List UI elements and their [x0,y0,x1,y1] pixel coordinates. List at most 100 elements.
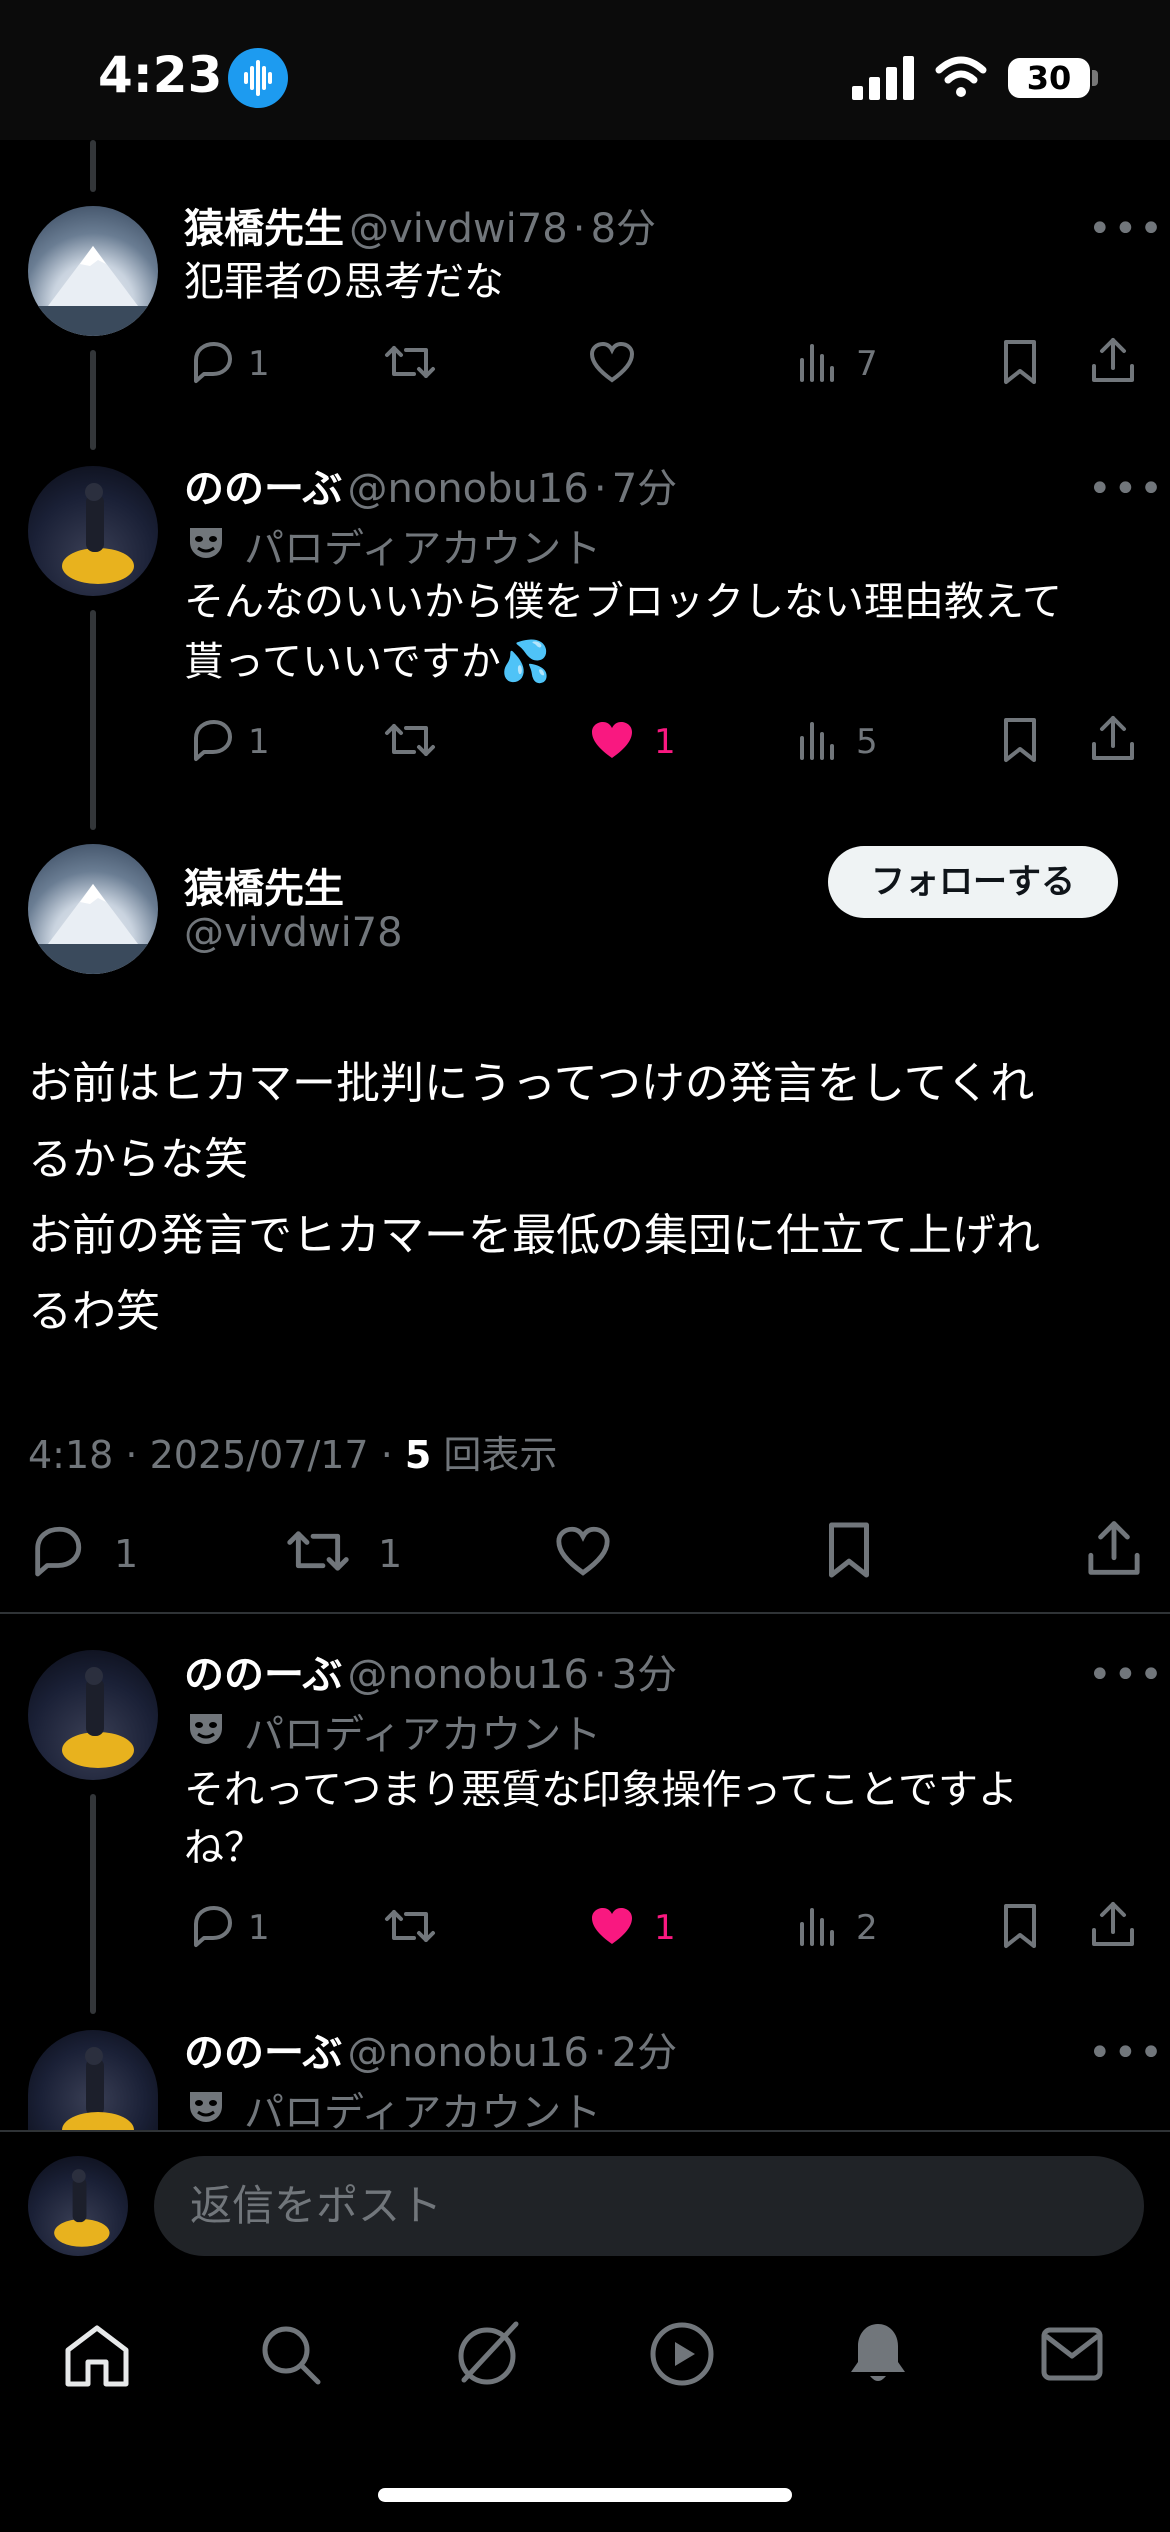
parody-mask-icon [186,1708,226,1748]
main-post-line: お前の発言でヒカマーを最低の集団に仕立て上げれ [28,1210,1040,1261]
handle[interactable]: @nonobu16 [348,2030,589,2076]
post-date: 2025/07/17 [149,1433,369,1477]
grok-icon[interactable] [450,2316,524,2390]
share-icon[interactable] [1090,714,1136,762]
like-icon-filled[interactable] [588,1904,636,1948]
reply-icon[interactable] [188,340,236,384]
bell-icon[interactable] [846,2318,910,2388]
post-header: ののーぶ @nonobu16 · 7分 [184,466,678,512]
post-age: 3分 [611,1652,678,1698]
parody-label: パロディアカウント [244,526,602,572]
parody-mask-icon [186,2086,226,2126]
reply-count: 1 [114,1532,139,1576]
reply-icon[interactable] [188,718,236,762]
repost-icon[interactable] [384,340,436,384]
main-post-text: お前はヒカマー批判にうってつけの発言をしてくれ るからな笑 お前の発言でヒカマー… [28,1046,1148,1350]
like-icon[interactable] [554,1524,612,1578]
bookmark-icon[interactable] [1000,716,1040,764]
share-icon[interactable] [1086,1518,1142,1578]
divider [0,1612,1170,1614]
home-indicator [378,2488,792,2502]
repost-icon[interactable] [286,1524,350,1578]
repost-icon[interactable] [384,718,436,762]
repost-count: 1 [378,1532,403,1576]
like-icon[interactable] [588,340,636,384]
share-icon[interactable] [1090,1900,1136,1948]
more-options-icon[interactable]: ••• [1088,466,1165,512]
reply-input[interactable]: 返信をポスト [154,2156,1144,2256]
video-icon[interactable] [648,2320,716,2388]
voice-indicator-icon [228,48,288,108]
display-name[interactable]: ののーぶ [184,1652,342,1698]
avatar[interactable] [28,2030,158,2130]
reply-count: 1 [248,1908,270,1948]
more-options-icon[interactable]: ••• [1088,2030,1165,2076]
avatar[interactable] [28,1650,158,1780]
post-text-line2: 貰っていいですか💦 [184,639,551,685]
main-post-line: お前はヒカマー批判にうってつけの発言をしてくれ [28,1058,1035,1109]
action-bar: 1 1 2 [188,1900,1168,1954]
action-bar: 1 1 5 [188,714,1168,768]
post-header: 猿橋先生 @vivdwi78 · 8分 [184,206,657,252]
search-icon[interactable] [258,2322,324,2388]
my-avatar[interactable] [28,2156,128,2256]
share-icon[interactable] [1090,336,1136,384]
status-time: 4:23 [98,46,223,104]
main-post-line: るからな笑 [28,1134,248,1185]
view-count: 5 [404,1433,432,1477]
post-text-line1: そんなのいいから僕をブロックしない理由教えて [184,579,1062,625]
display-name[interactable]: 猿橋先生 [184,856,344,914]
post-age: 8分 [590,206,657,252]
main-post-line: るわ笑 [28,1286,160,1337]
like-icon-filled[interactable] [588,718,636,762]
avatar[interactable] [28,466,158,596]
mail-icon[interactable] [1040,2326,1104,2382]
thread-line [90,140,96,192]
handle[interactable]: @nonobu16 [348,1652,589,1698]
handle[interactable]: @nonobu16 [348,466,589,512]
reply-count: 1 [248,344,270,384]
parody-label: パロディアカウント [244,1712,602,1758]
avatar[interactable] [28,206,158,336]
reply-icon[interactable] [188,1904,236,1948]
post-age: 2分 [611,2030,678,2076]
action-bar: 1 7 [188,336,1168,390]
post-header: ののーぶ @nonobu16 · 3分 [184,1652,678,1698]
views-icon[interactable] [796,340,840,384]
bookmark-icon[interactable] [1000,338,1040,386]
thread-line [90,1794,96,2014]
wifi-icon [934,54,988,98]
battery-tip [1092,70,1098,86]
home-icon[interactable] [62,2322,132,2388]
post-text-line1: それってつまり悪質な印象操作ってことですよ [184,1767,1018,1813]
views-icon[interactable] [796,718,840,762]
follow-button[interactable]: フォローする [828,846,1118,918]
display-name[interactable]: 猿橋先生 [184,206,344,252]
post-age: 7分 [611,466,678,512]
bookmark-icon[interactable] [1000,1902,1040,1950]
thread-line [90,610,96,830]
views-count: 5 [856,722,878,762]
post-text: 犯罪者の思考だな [184,259,504,305]
battery-level: 30 [1008,58,1090,98]
thread-line [90,350,96,450]
views-count: 7 [856,344,878,384]
post-text-line2: ね？ [184,1825,264,1871]
handle[interactable]: @vivdwi78 [184,910,403,956]
more-options-icon[interactable]: ••• [1088,206,1165,252]
avatar[interactable] [28,844,158,974]
signal-icon [852,56,916,100]
view-label: 回表示 [443,1433,558,1477]
views-icon[interactable] [796,1904,840,1948]
like-count: 1 [654,722,676,762]
post-time: 4:18 [28,1433,114,1477]
bookmark-icon[interactable] [824,1520,874,1580]
more-options-icon[interactable]: ••• [1088,1652,1165,1698]
reply-icon[interactable] [28,1524,86,1578]
handle[interactable]: @vivdwi78 [349,206,568,252]
views-count: 2 [856,1908,878,1948]
repost-icon[interactable] [384,1904,436,1948]
post-meta: 4:18 · 2025/07/17 · 5 回表示 [28,1433,558,1477]
display-name[interactable]: ののーぶ [184,2030,342,2076]
display-name[interactable]: ののーぶ [184,466,342,512]
